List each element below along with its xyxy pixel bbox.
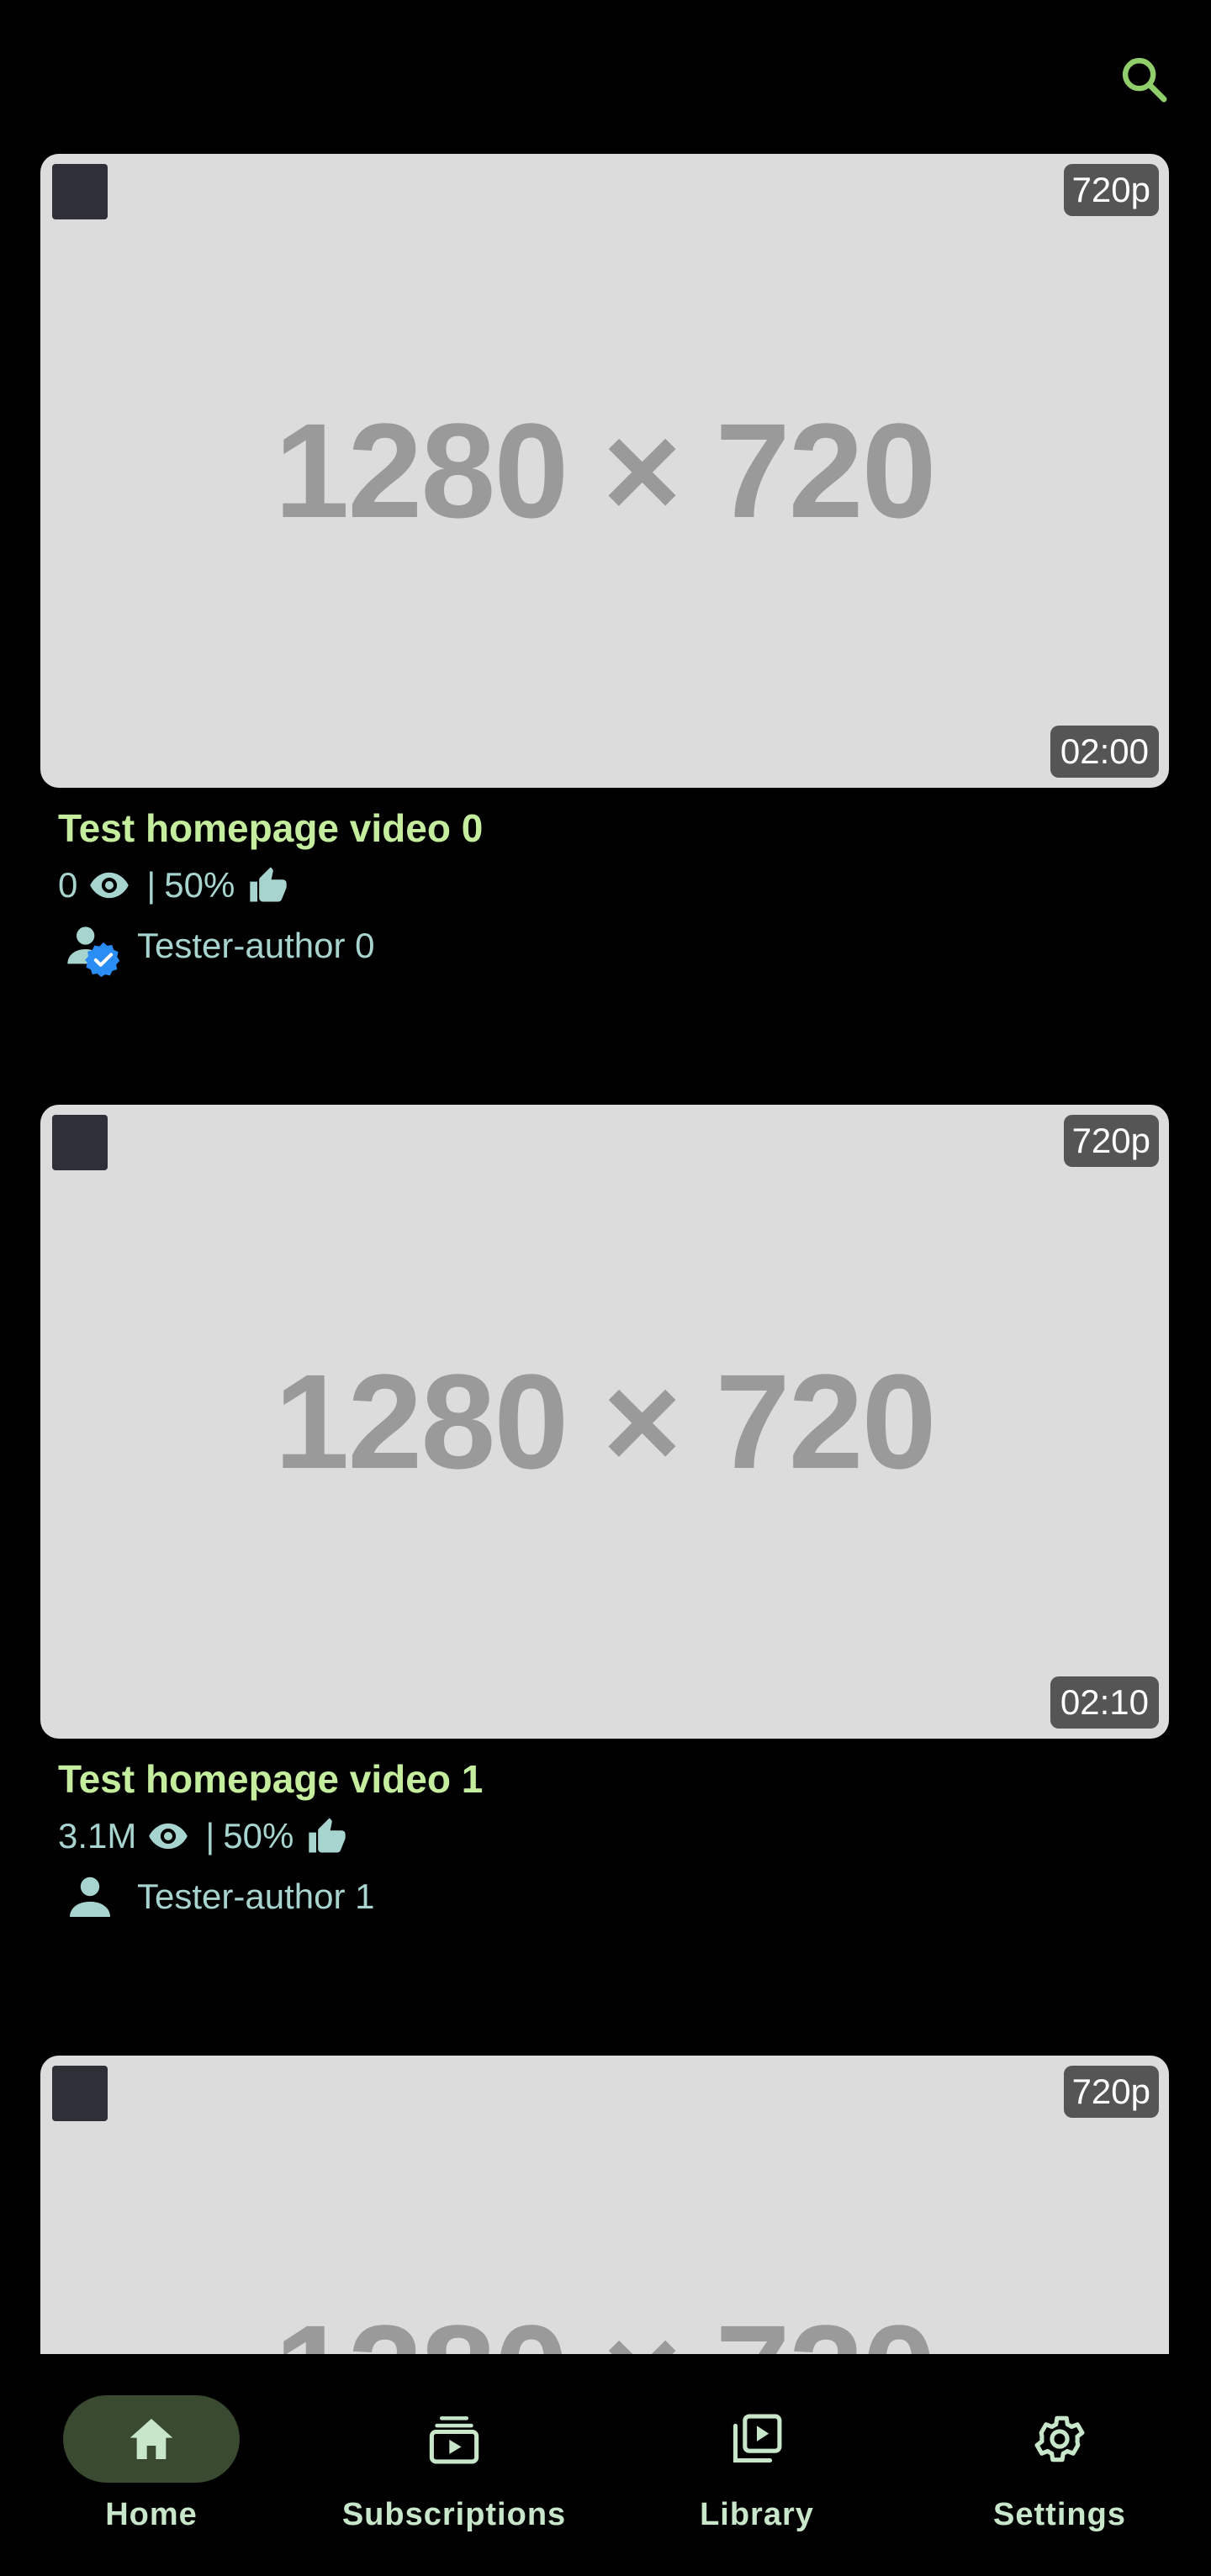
person-icon: [58, 914, 122, 978]
library-icon: [732, 2414, 782, 2463]
select-checkbox[interactable]: [52, 1115, 108, 1170]
author-name: Tester-author 0: [137, 926, 375, 965]
like-ratio: 50%: [164, 865, 235, 905]
thumbnail-placeholder-text: 1280 × 720: [40, 2056, 1169, 2354]
nav-icon-container: [971, 2395, 1148, 2483]
video-title[interactable]: Test homepage video 0: [58, 801, 1169, 855]
nav-item-settings[interactable]: Settings: [908, 2354, 1211, 2576]
duration-badge: 02:10: [1050, 1676, 1159, 1729]
thumbnail-placeholder-text: 1280 × 720: [274, 1346, 936, 1497]
thumbnail-placeholder-text: 1280 × 720: [274, 395, 936, 546]
nav-label: Settings: [993, 2497, 1126, 2532]
stats-separator: |: [146, 865, 156, 905]
author-link[interactable]: Tester-author 1: [58, 1870, 1169, 1924]
author-link[interactable]: Tester-author 0: [58, 919, 1169, 978]
eye-icon: [87, 863, 131, 907]
video-thumbnail[interactable]: 1280 × 720 720p 02:10: [40, 1105, 1169, 1739]
author-name: Tester-author 1: [137, 1877, 375, 1916]
quality-badge: 720p: [1063, 2066, 1159, 2118]
top-app-bar: [0, 0, 1211, 151]
video-stats: 3.1M | 50%: [58, 1809, 1169, 1863]
nav-icon-container: [366, 2395, 542, 2483]
nav-label: Home: [105, 2497, 198, 2532]
video-card[interactable]: 1280 × 720 720p 02:10 Test homepage vide…: [40, 1105, 1169, 1924]
video-thumbnail[interactable]: 1280 × 720 720p: [40, 2056, 1169, 2354]
search-icon[interactable]: [1117, 52, 1171, 106]
quality-badge: 720p: [1063, 164, 1159, 216]
settings-icon: [1034, 2415, 1085, 2463]
nav-item-library[interactable]: Library: [606, 2354, 908, 2576]
select-checkbox[interactable]: [52, 164, 108, 219]
nav-item-subscriptions[interactable]: Subscriptions: [303, 2354, 606, 2576]
search-button[interactable]: [1108, 44, 1179, 114]
home-icon: [130, 2419, 173, 2459]
stats-separator: |: [205, 1816, 215, 1855]
nav-icon-container: [669, 2395, 845, 2483]
video-stats: 0 | 50%: [58, 858, 1169, 912]
video-card[interactable]: 1280 × 720 720p: [40, 2056, 1169, 2354]
nav-item-home[interactable]: Home: [0, 2354, 303, 2576]
person-icon: [58, 1865, 122, 1929]
bottom-navigation-bar: Home Subscriptions Library Settings: [0, 2354, 1211, 2576]
nav-label: Subscriptions: [341, 2497, 567, 2532]
thumb-up-icon: [246, 863, 290, 907]
quality-badge: 720p: [1063, 1115, 1159, 1167]
view-count: 3.1M: [58, 1816, 137, 1855]
eye-icon: [146, 1814, 190, 1858]
video-feed[interactable]: 1280 × 720 720p 02:00 Test homepage vide…: [0, 154, 1211, 2354]
thumb-up-icon: [305, 1814, 349, 1858]
view-count: 0: [58, 865, 78, 905]
select-checkbox[interactable]: [52, 2066, 108, 2121]
like-ratio: 50%: [223, 1816, 294, 1855]
nav-label: Library: [700, 2497, 814, 2532]
nav-active-indicator: [63, 2395, 240, 2483]
video-card[interactable]: 1280 × 720 720p 02:00 Test homepage vide…: [40, 154, 1169, 978]
subscriptions-icon: [429, 2416, 479, 2464]
duration-badge: 02:00: [1050, 726, 1159, 778]
verified-icon: [85, 942, 120, 978]
video-thumbnail[interactable]: 1280 × 720 720p 02:00: [40, 154, 1169, 788]
video-title[interactable]: Test homepage video 1: [58, 1752, 1169, 1806]
